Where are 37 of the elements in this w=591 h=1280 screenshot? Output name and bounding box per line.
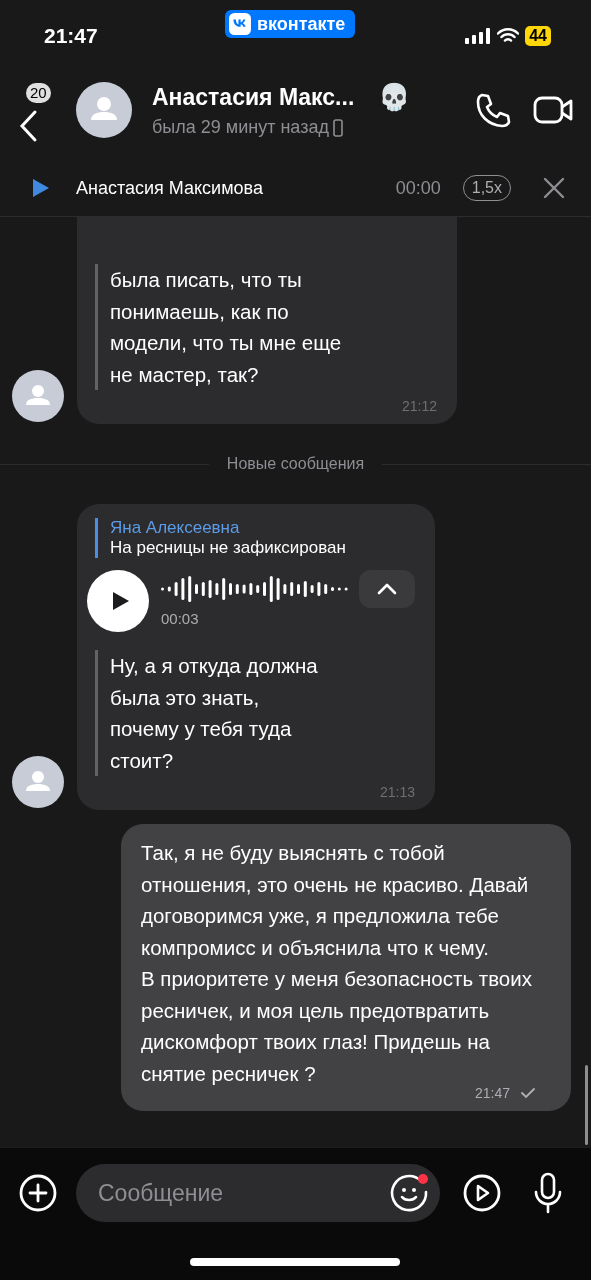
- player-title: Анастасия Максимова: [76, 177, 264, 199]
- avatar[interactable]: [12, 756, 64, 808]
- last-seen: была 29 минут назад: [152, 117, 329, 138]
- vk-logo-icon: [229, 13, 251, 35]
- microphone-icon[interactable]: [532, 1172, 564, 1214]
- unread-count: 20: [26, 83, 51, 103]
- status-emoji: 💀: [378, 82, 411, 113]
- contact-name: Анастасия Макс...: [152, 84, 355, 111]
- add-icon[interactable]: [18, 1173, 58, 1213]
- play-icon[interactable]: [30, 178, 50, 198]
- message-text: Ну, а я откуда должна была это знать, почему у тебя туда стоит?: [110, 654, 318, 772]
- avatar[interactable]: [12, 370, 64, 422]
- chevron-up-icon: [376, 582, 398, 596]
- app-badge: вконтакте: [225, 10, 356, 38]
- emoji-icon[interactable]: [388, 1172, 430, 1214]
- signal-icon: [465, 28, 492, 44]
- message-time: 21:47: [474, 1085, 510, 1101]
- transcript-toggle-button[interactable]: [359, 570, 415, 608]
- reply-author: Яна Алексеевна: [110, 518, 241, 538]
- message-field[interactable]: Сообщение: [76, 1164, 440, 1222]
- reply-quote[interactable]: Яна Алексеевна На ресницы не зафиксирован: [95, 518, 415, 558]
- close-icon[interactable]: [543, 177, 565, 199]
- wifi-icon: [497, 28, 520, 44]
- avatar[interactable]: [76, 82, 132, 138]
- video-message-icon[interactable]: [462, 1173, 502, 1213]
- message-time: 21:13: [379, 784, 415, 800]
- message-input[interactable]: Сообщение: [96, 1178, 388, 1208]
- back-chevron-icon: [18, 109, 38, 143]
- phone-device-icon: [332, 118, 343, 137]
- audio-duration: 00:03: [161, 610, 200, 627]
- player-time: 00:00: [395, 177, 441, 199]
- reply-text: На ресницы не зафиксирован: [110, 538, 347, 558]
- message-text: была писать, что ты понимаешь, как по модели, что ты мне еще не мастер, так?: [110, 268, 342, 386]
- message-text: Так, я не буду выяснять с тобой отношения, это очень не красиво. Давай договоримся уже, я предложила тебе компромисс и объяснила что к чему. В приоритете у меня безопасность твоих ресничек, и моя цель предотвратить дискомфорт твоих глаз! Придешь на снятие ресничек ?: [141, 840, 533, 1087]
- status-time: 21:47: [44, 24, 98, 48]
- battery-indicator: 44: [525, 26, 551, 46]
- message-time: 21:12: [401, 398, 437, 414]
